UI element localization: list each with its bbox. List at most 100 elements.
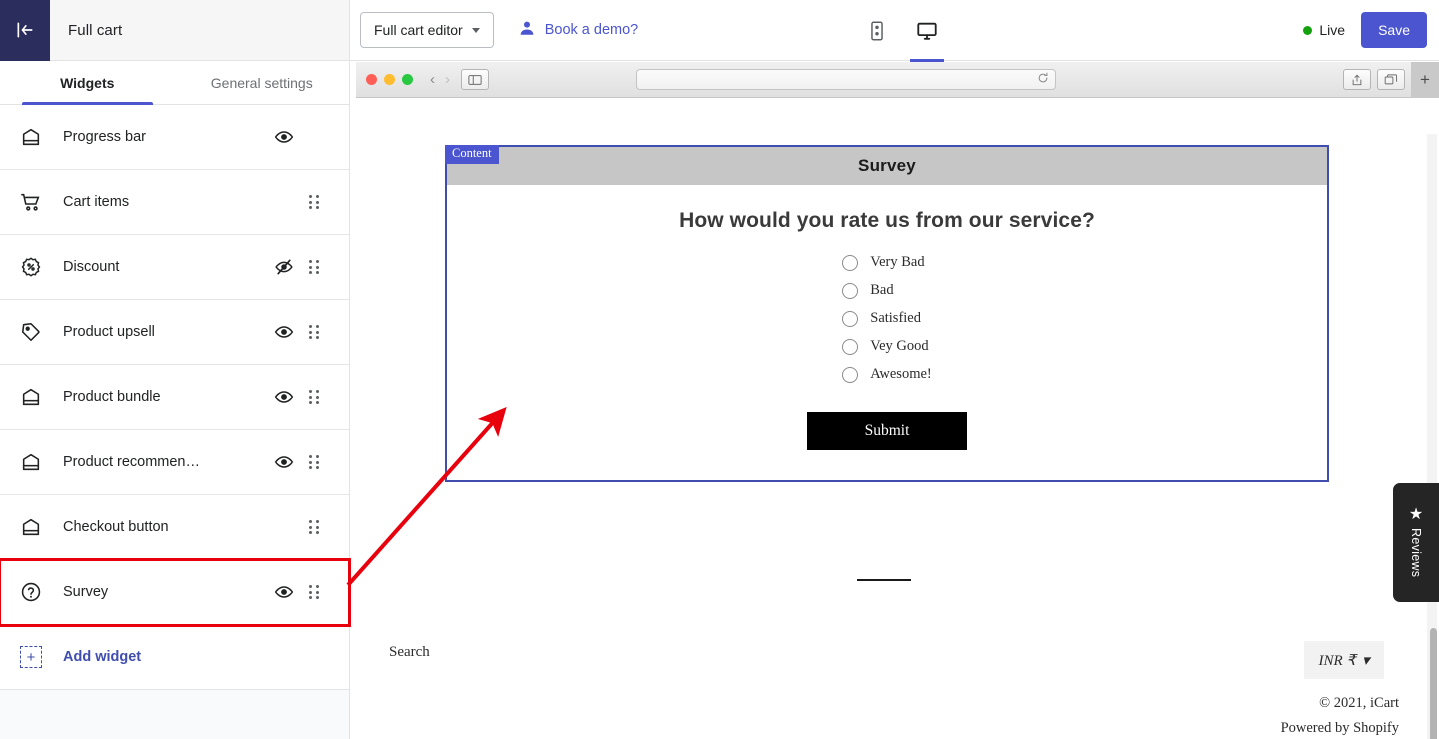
- left-panel-header: Full cart: [0, 0, 349, 61]
- star-icon: ★: [1408, 506, 1424, 524]
- minimize-window-dot[interactable]: [384, 74, 395, 85]
- plus-dashed-icon: +: [20, 646, 50, 668]
- survey-option-very-bad[interactable]: Very Bad: [842, 254, 931, 271]
- widget-label: Discount: [63, 259, 120, 275]
- reviews-tab[interactable]: ★ Reviews: [1393, 483, 1439, 602]
- device-preview-toggle: [860, 0, 944, 62]
- radio-button[interactable]: [842, 282, 859, 299]
- chevron-down-icon: ▾: [1361, 652, 1370, 669]
- chevron-down-icon: [471, 27, 480, 33]
- radio-button[interactable]: [842, 310, 859, 327]
- widget-row-cart-items[interactable]: Cart items: [0, 170, 349, 235]
- browser-back-icon[interactable]: ‹: [427, 71, 438, 88]
- widget-label: Survey: [63, 584, 109, 600]
- share-icon[interactable]: [1342, 69, 1371, 90]
- widget-label: Product upsell: [63, 324, 155, 340]
- back-arrow-icon[interactable]: [0, 0, 50, 61]
- tabs-overview-icon[interactable]: [1376, 69, 1405, 90]
- save-button[interactable]: Save: [1361, 12, 1427, 48]
- footer-search-link[interactable]: Search: [389, 644, 430, 661]
- editor-mode-label: Full cart editor: [374, 22, 463, 38]
- add-widget-button[interactable]: + Add widget: [0, 625, 349, 690]
- survey-option-label: Bad: [870, 282, 894, 298]
- tab-general-settings[interactable]: General settings: [175, 61, 350, 104]
- eye-visible-icon[interactable]: [267, 452, 301, 472]
- survey-option-label: Vey Good: [870, 338, 929, 354]
- discount-badge-icon: [20, 256, 50, 278]
- browser-url-bar[interactable]: [636, 69, 1057, 90]
- widget-label: Checkout button: [63, 519, 169, 535]
- survey-submit-button[interactable]: Submit: [807, 412, 967, 450]
- survey-option-awesome[interactable]: Awesome!: [842, 366, 932, 383]
- browser-forward-icon[interactable]: ›: [442, 71, 453, 88]
- survey-options: Very Bad Bad Satisfied Vey Good Awesome!: [842, 254, 932, 394]
- survey-option-label: Very Bad: [870, 254, 925, 270]
- eye-hidden-icon[interactable]: [267, 257, 301, 277]
- shopping-cart-icon: [20, 191, 50, 213]
- survey-header: Survey: [447, 147, 1327, 185]
- widget-badge-icon: [20, 126, 50, 148]
- editor-mode-select[interactable]: Full cart editor: [360, 12, 494, 48]
- new-tab-button[interactable]: +: [1410, 62, 1439, 98]
- page-title: Full cart: [68, 21, 123, 39]
- widget-row-checkout-button[interactable]: Checkout button: [0, 495, 349, 560]
- maximize-window-dot[interactable]: [402, 74, 413, 85]
- left-panel: Full cart Widgets General settings Progr…: [0, 0, 351, 739]
- widget-row-product-upsell[interactable]: Product upsell: [0, 300, 349, 365]
- footer-copyright: © 2021, iCart: [1319, 695, 1399, 711]
- widget-label: Product bundle: [63, 389, 161, 405]
- currency-value: INR ₹: [1318, 652, 1356, 669]
- widget-list: Progress bar Cart items Discount Product…: [0, 105, 351, 690]
- top-toolbar: Full cart editor Book a demo? Live Save: [350, 0, 1439, 62]
- radio-button[interactable]: [842, 338, 859, 355]
- divider: [857, 579, 911, 581]
- widget-row-product-recommendation[interactable]: Product recommen…: [0, 430, 349, 495]
- drag-handle-icon[interactable]: [301, 325, 327, 339]
- close-window-dot[interactable]: [366, 74, 377, 85]
- widget-badge-icon: [20, 516, 50, 538]
- eye-visible-icon[interactable]: [267, 582, 301, 602]
- reload-icon[interactable]: [1037, 71, 1049, 89]
- desktop-view-icon[interactable]: [910, 0, 944, 62]
- person-icon: [518, 19, 536, 41]
- page-scrollbar-thumb[interactable]: [1430, 628, 1437, 739]
- widget-row-discount[interactable]: Discount: [0, 235, 349, 300]
- preview-panel: ‹ › + Content Survey How would you rate …: [356, 62, 1439, 739]
- tab-widgets-label: Widgets: [60, 74, 115, 91]
- eye-visible-icon[interactable]: [267, 127, 301, 147]
- add-widget-label: Add widget: [63, 649, 142, 665]
- widget-row-product-bundle[interactable]: Product bundle: [0, 365, 349, 430]
- left-panel-tabs: Widgets General settings: [0, 61, 349, 105]
- browser-chrome-bar: ‹ › +: [356, 62, 1439, 98]
- page-canvas: Content Survey How would you rate us fro…: [356, 98, 1439, 739]
- survey-option-label: Awesome!: [870, 366, 932, 382]
- drag-handle-icon[interactable]: [301, 195, 327, 209]
- currency-selector[interactable]: INR ₹ ▾: [1304, 641, 1384, 679]
- tab-widgets[interactable]: Widgets: [0, 61, 175, 105]
- survey-option-label: Satisfied: [870, 310, 921, 326]
- sidebar-toggle-icon[interactable]: [461, 69, 489, 90]
- drag-handle-icon[interactable]: [301, 455, 327, 469]
- browser-navigation: ‹ ›: [427, 71, 453, 88]
- widget-row-survey[interactable]: Survey: [0, 558, 351, 627]
- price-tag-icon: [20, 321, 50, 343]
- widget-badge-icon: [20, 451, 50, 473]
- book-a-demo-link[interactable]: Book a demo?: [518, 19, 638, 41]
- widget-label: Cart items: [63, 194, 130, 210]
- radio-button[interactable]: [842, 254, 859, 271]
- drag-handle-icon[interactable]: [301, 260, 327, 274]
- widget-row-progress-bar[interactable]: Progress bar: [0, 105, 349, 170]
- survey-option-vey-good[interactable]: Vey Good: [842, 338, 931, 355]
- survey-option-satisfied[interactable]: Satisfied: [842, 310, 931, 327]
- survey-option-bad[interactable]: Bad: [842, 282, 931, 299]
- survey-widget-block[interactable]: Content Survey How would you rate us fro…: [445, 145, 1329, 482]
- app-root: Full cart Widgets General settings Progr…: [0, 0, 1439, 739]
- mobile-view-icon[interactable]: [860, 0, 894, 61]
- radio-button[interactable]: [842, 366, 859, 383]
- widget-label: Product recommen…: [63, 454, 200, 470]
- drag-handle-icon[interactable]: [301, 520, 327, 534]
- eye-visible-icon[interactable]: [267, 387, 301, 407]
- drag-handle-icon[interactable]: [301, 390, 327, 404]
- eye-visible-icon[interactable]: [267, 322, 301, 342]
- drag-handle-icon[interactable]: [301, 585, 327, 599]
